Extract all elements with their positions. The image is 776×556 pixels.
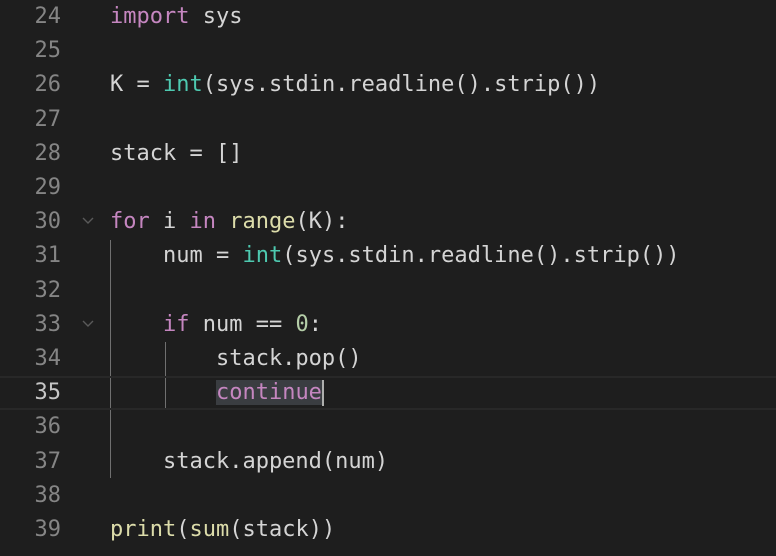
code-token: stack.append(num) <box>110 448 389 474</box>
keyword-token: if <box>162 311 190 337</box>
code-token: K = <box>110 72 163 98</box>
code-line[interactable]: 28 stack = [] <box>0 137 776 171</box>
code-line[interactable]: 31 num = int(sys.stdin.readline().strip(… <box>0 239 776 273</box>
code-line[interactable]: 34 stack.pop() <box>0 342 776 376</box>
code-token: sys <box>189 4 243 29</box>
code-text[interactable]: for i in range(K): <box>110 205 348 239</box>
code-line[interactable]: 39 print(sum(stack)) <box>0 513 776 547</box>
line-number: 37 <box>34 448 62 474</box>
code-token: ( <box>176 517 190 542</box>
code-token: (sys.stdin.readline().strip()) <box>202 72 601 98</box>
text-cursor <box>321 380 324 407</box>
code-token: stack = [] <box>110 140 243 166</box>
code-line[interactable]: 30 for i in range(K): <box>0 205 776 239</box>
code-token: print <box>110 517 177 542</box>
code-token: 0 <box>295 311 309 337</box>
code-token: num = <box>110 243 243 269</box>
code-line[interactable]: 24 import sys <box>0 0 776 34</box>
code-token: i <box>149 209 190 235</box>
code-line[interactable]: 37 stack.append(num) <box>0 445 776 479</box>
code-token: (K): <box>295 209 349 235</box>
line-number: 26 <box>34 72 62 98</box>
line-number: 31 <box>34 243 62 269</box>
line-number: 36 <box>34 414 62 440</box>
code-token: num == <box>189 311 296 337</box>
code-line[interactable]: 32 <box>0 274 776 308</box>
line-number: 27 <box>34 106 62 132</box>
code-token: stack.pop() <box>110 346 362 371</box>
code-text[interactable]: num = int(sys.stdin.readline().strip()) <box>110 239 680 273</box>
code-text[interactable]: stack.pop() <box>110 342 362 376</box>
code-token: (stack)) <box>229 517 336 542</box>
line-number: 35 <box>34 380 62 406</box>
line-number: 28 <box>34 140 62 166</box>
code-line[interactable]: 33 if num == 0: <box>0 308 776 342</box>
line-number: 30 <box>34 209 62 235</box>
code-editor[interactable]: 24 import sys 25 26 K = int(sys.stdin.readli… <box>0 0 776 556</box>
code-line[interactable]: 38 <box>0 479 776 513</box>
keyword-token: continue <box>215 380 322 406</box>
code-text[interactable]: stack = [] <box>110 137 242 171</box>
keyword-token: in <box>189 209 217 235</box>
code-line[interactable]: 26 K = int(sys.stdin.readline().strip()) <box>0 68 776 102</box>
code-text[interactable]: if num == 0: <box>110 308 322 342</box>
code-text[interactable]: import sys <box>110 0 242 34</box>
line-number: 25 <box>34 38 62 64</box>
chevron-down-icon[interactable] <box>80 308 96 342</box>
keyword-token: for <box>110 209 150 235</box>
code-token: (sys.stdin.readline().strip()) <box>282 243 680 269</box>
code-token: : <box>308 311 322 337</box>
code-line[interactable]: 25 <box>0 34 776 68</box>
line-number: 38 <box>34 482 62 508</box>
code-token: sum <box>189 517 230 542</box>
code-line[interactable]: 36 <box>0 410 776 444</box>
code-token: int <box>162 72 203 98</box>
code-token: int <box>242 243 283 269</box>
code-text[interactable]: continue <box>110 378 324 408</box>
code-text[interactable]: print(sum(stack)) <box>110 513 335 547</box>
keyword-token: import <box>110 4 190 29</box>
code-text[interactable]: stack.append(num) <box>110 445 388 479</box>
code-line[interactable]: 35 continue <box>0 376 776 411</box>
code-token: range <box>229 209 296 235</box>
chevron-down-icon[interactable] <box>80 205 96 239</box>
line-number: 32 <box>34 277 62 303</box>
line-number: 34 <box>34 346 62 371</box>
line-number: 29 <box>34 175 62 200</box>
line-number: 24 <box>34 4 62 29</box>
code-line[interactable]: 27 <box>0 103 776 137</box>
code-text[interactable]: K = int(sys.stdin.readline().strip()) <box>110 68 600 102</box>
line-number: 33 <box>34 311 62 337</box>
code-line[interactable]: 29 <box>0 171 776 205</box>
line-number: 39 <box>34 517 62 542</box>
